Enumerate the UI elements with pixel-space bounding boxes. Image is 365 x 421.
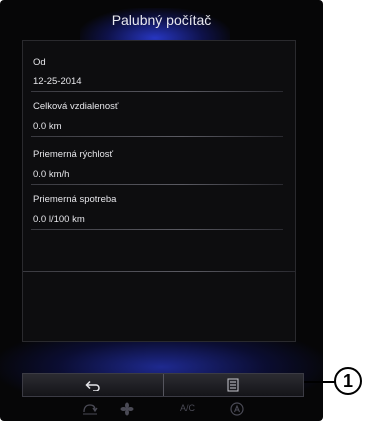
menu-list-icon bbox=[227, 378, 239, 392]
back-button[interactable] bbox=[23, 374, 163, 396]
auto-climate-icon[interactable] bbox=[230, 402, 244, 416]
average-speed-label: Priemerná rýchlosť bbox=[33, 149, 114, 160]
page-title: Palubný počítač bbox=[111, 12, 212, 28]
menu-button[interactable] bbox=[162, 374, 304, 396]
panel-divider bbox=[23, 271, 295, 272]
total-distance-label: Celková vzdialenosť bbox=[33, 101, 119, 112]
row-divider bbox=[31, 91, 283, 92]
start-date-value: 12-25-2014 bbox=[33, 76, 82, 87]
start-date-label: Od bbox=[33, 57, 46, 68]
row-divider bbox=[31, 229, 283, 230]
back-arrow-icon bbox=[85, 380, 100, 391]
average-consumption-value: 0.0 l/100 km bbox=[33, 214, 85, 225]
ac-button[interactable]: A/C bbox=[180, 403, 195, 413]
bottom-action-bar bbox=[22, 373, 304, 397]
climate-bar: A/C bbox=[0, 400, 323, 418]
total-distance-value: 0.0 km bbox=[33, 121, 62, 132]
callout-marker: 1 bbox=[334, 367, 362, 395]
average-consumption-label: Priemerná spotreba bbox=[33, 194, 117, 205]
fan-icon[interactable] bbox=[120, 402, 134, 416]
infotainment-screen: Palubný počítač Od 12-25-2014 Celková vz… bbox=[0, 0, 323, 421]
row-divider bbox=[31, 136, 283, 137]
row-divider bbox=[31, 184, 283, 185]
trip-computer-panel: Od 12-25-2014 Celková vzdialenosť 0.0 km… bbox=[22, 40, 296, 342]
recirculation-icon[interactable] bbox=[82, 403, 98, 415]
average-speed-value: 0.0 km/h bbox=[33, 169, 70, 180]
callout-number: 1 bbox=[342, 370, 353, 391]
